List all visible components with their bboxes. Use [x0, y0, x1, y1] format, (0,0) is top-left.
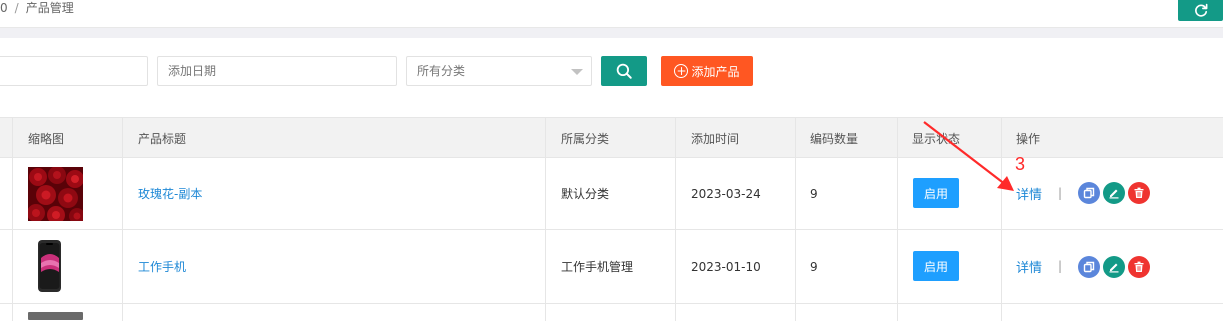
product-date: 2023-03-24	[691, 186, 761, 201]
separator-band	[0, 28, 1223, 38]
table-row: 玫瑰花-副本 默认分类 2023-03-24 9 启用 详情 |	[0, 158, 1223, 230]
column-divider	[795, 118, 796, 321]
annotation-number: 3	[1015, 154, 1026, 174]
copy-button[interactable]	[1078, 182, 1100, 204]
breadcrumb-current: 产品管理	[25, 1, 74, 15]
product-date: 2023-01-10	[691, 259, 761, 274]
delete-button[interactable]	[1128, 256, 1150, 278]
refresh-button[interactable]	[1178, 0, 1223, 21]
breadcrumb-separator: /	[14, 1, 19, 15]
trash-icon	[1134, 261, 1144, 272]
col-thumbnail: 缩略图	[28, 132, 65, 146]
col-actions: 操作	[1016, 132, 1041, 146]
category-select[interactable]: 所有分类	[406, 56, 592, 86]
search-button[interactable]	[601, 56, 647, 86]
product-table: 缩略图 产品标题 所属分类 添加时间 编码数量 显示状态 操作 玫瑰花-副本 默…	[0, 117, 1223, 321]
table-row	[0, 304, 1223, 321]
refresh-icon	[1194, 3, 1207, 17]
trash-icon	[1134, 187, 1144, 198]
table-row: 工作手机 工作手机管理 2023-01-10 9 启用 详情 |	[0, 230, 1223, 304]
partial-thumbnail[interactable]	[28, 312, 83, 320]
copy-icon	[1083, 261, 1095, 273]
column-divider	[545, 118, 546, 321]
edit-button[interactable]	[1103, 256, 1125, 278]
add-product-button[interactable]: + 添加产品	[661, 56, 753, 86]
col-title: 产品标题	[138, 132, 187, 146]
breadcrumb-prev[interactable]: 0	[0, 1, 8, 15]
edit-button[interactable]	[1103, 182, 1125, 204]
pencil-icon	[1109, 263, 1119, 273]
col-status: 显示状态	[912, 132, 961, 146]
product-title-link[interactable]: 玫瑰花-副本	[138, 158, 202, 229]
status-enable-button[interactable]: 启用	[913, 178, 959, 208]
col-date: 添加时间	[691, 132, 740, 146]
product-code-count: 9	[810, 259, 818, 274]
keyword-input[interactable]	[0, 56, 148, 86]
copy-button[interactable]	[1078, 256, 1100, 278]
delete-button[interactable]	[1128, 182, 1150, 204]
phone-thumbnail[interactable]	[28, 240, 83, 294]
column-divider	[12, 118, 13, 321]
action-separator: |	[1058, 186, 1063, 200]
col-code-count: 编码数量	[810, 132, 859, 146]
column-divider	[897, 118, 898, 321]
column-divider	[122, 118, 123, 321]
search-icon	[616, 63, 632, 79]
copy-icon	[1083, 187, 1095, 199]
col-category: 所属分类	[561, 132, 610, 146]
product-title-link[interactable]: 工作手机	[138, 230, 186, 303]
status-enable-button[interactable]: 启用	[913, 251, 959, 281]
roses-image	[28, 167, 83, 221]
column-divider	[1001, 118, 1002, 321]
phone-image	[28, 240, 83, 294]
product-category: 工作手机管理	[561, 260, 634, 274]
detail-link[interactable]: 详情	[1016, 184, 1042, 203]
category-select-value: 所有分类	[417, 64, 466, 78]
chevron-down-icon	[571, 69, 583, 75]
detail-link[interactable]: 详情	[1016, 257, 1042, 276]
add-product-label: 添加产品	[691, 64, 740, 79]
pencil-icon	[1109, 189, 1119, 199]
plus-circle-icon: +	[674, 64, 689, 78]
action-separator: |	[1058, 259, 1063, 273]
column-divider	[675, 118, 676, 321]
product-category: 默认分类	[561, 187, 610, 201]
product-code-count: 9	[810, 186, 818, 201]
breadcrumb: 0 / 产品管理	[0, 0, 74, 18]
top-bar: 0 / 产品管理	[0, 0, 1223, 28]
date-input[interactable]: 添加日期	[157, 56, 397, 86]
table-header: 缩略图 产品标题 所属分类 添加时间 编码数量 显示状态 操作	[0, 118, 1223, 158]
roses-thumbnail[interactable]	[28, 167, 83, 221]
